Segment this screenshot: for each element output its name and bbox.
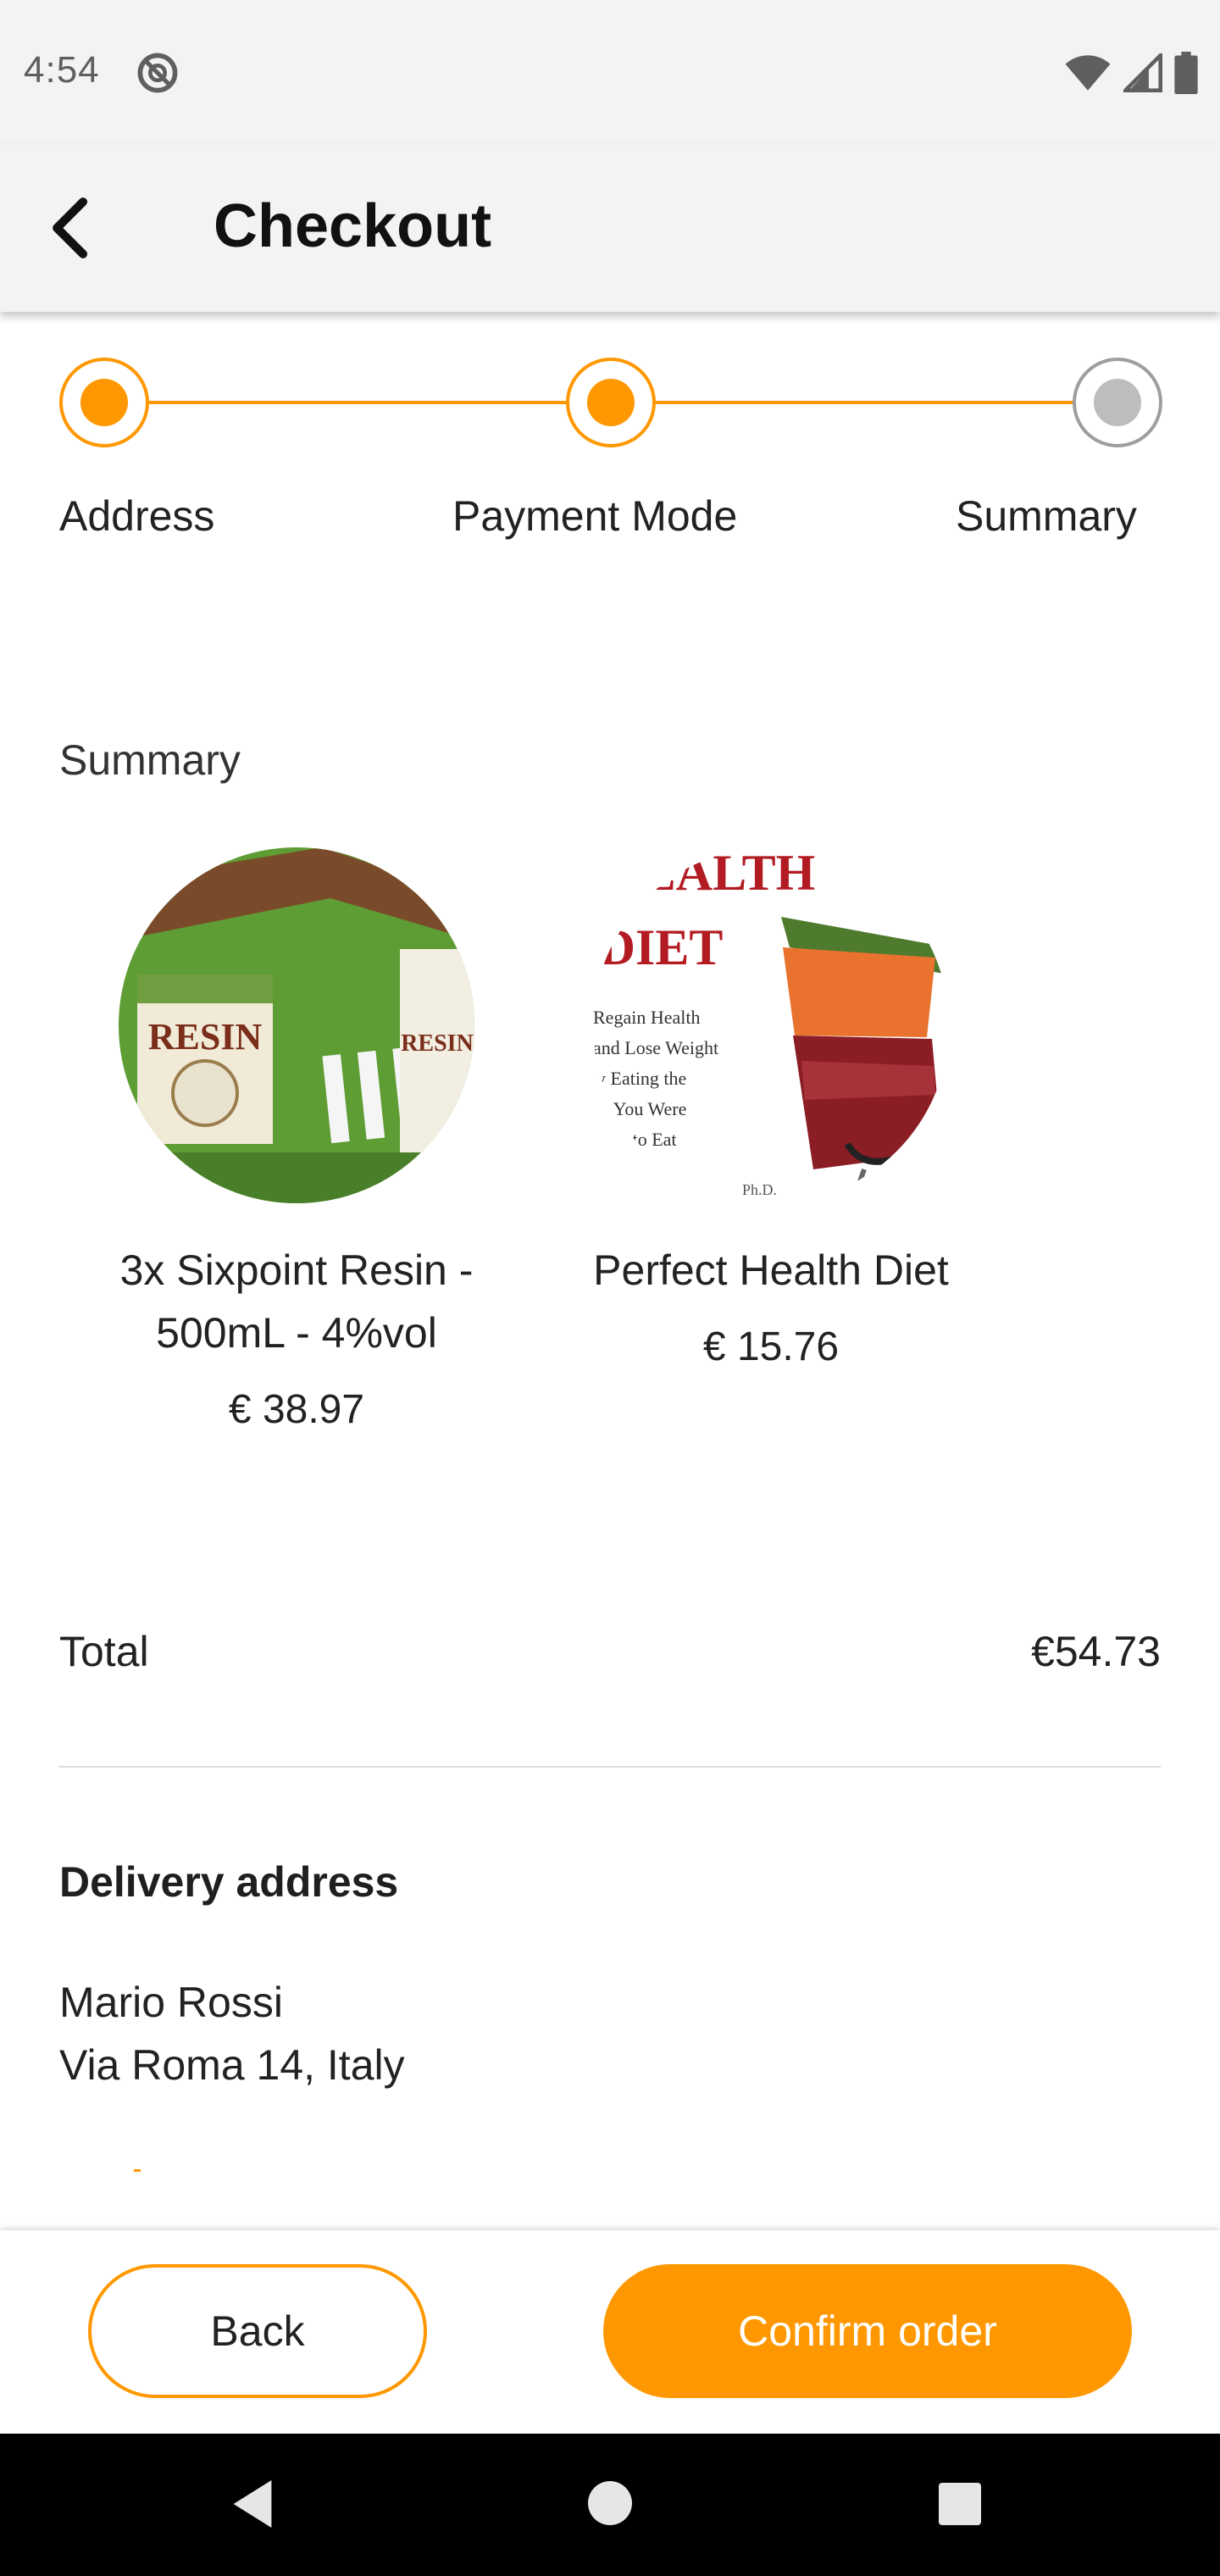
step-label-address: Address	[59, 492, 215, 540]
step-connector	[147, 401, 568, 404]
book-author: Ph.D.	[742, 1181, 777, 1198]
delivery-name: Mario Rossi	[59, 1979, 283, 2026]
nav-home-icon[interactable]	[588, 2481, 632, 2525]
battery-icon	[1174, 52, 1198, 94]
book-line: and Lose Weight	[593, 1037, 718, 1058]
system-nav-bar	[0, 2434, 1220, 2576]
total-label: Total	[59, 1628, 149, 1675]
product-name: Perfect Health Diet	[593, 1246, 949, 1294]
page-title: Checkout	[214, 192, 492, 260]
delivery-address: Via Roma 14, Italy	[59, 2041, 405, 2089]
product-name: 3x Sixpoint Resin - 500mL - 4%vol	[119, 1246, 474, 1357]
nav-back-icon[interactable]	[229, 2478, 276, 2530]
total-value: €54.73	[1031, 1628, 1161, 1675]
product-card: EALTH DIET Regain Health and Lose Weight…	[568, 847, 974, 1370]
step-label-payment: Payment Mode	[452, 492, 738, 540]
app-bar: Checkout	[0, 144, 1220, 312]
step-label-summary: Summary	[956, 492, 1137, 540]
product-image: RESIN IIPA RESIN	[119, 847, 474, 1203]
bottom-action-bar: Back Confirm order	[0, 2230, 1220, 2434]
status-bar: 4:54	[0, 0, 1220, 144]
delivery-address-title: Delivery address	[59, 1858, 399, 1906]
do-not-disturb-icon	[137, 53, 178, 93]
wifi-icon	[1065, 55, 1111, 91]
step-indicator-payment	[566, 358, 656, 447]
status-icons	[1064, 51, 1198, 95]
divider	[59, 1766, 1161, 1768]
step-indicator-summary	[1073, 358, 1162, 447]
cellular-signal-icon	[1123, 53, 1162, 92]
status-time: 4:54	[24, 49, 100, 91]
product-image: EALTH DIET Regain Health and Lose Weight…	[593, 847, 949, 1203]
summary-title: Summary	[59, 736, 241, 784]
checkout-stepper: Address Payment Mode Summary	[0, 312, 1220, 566]
back-button[interactable]: Back	[88, 2264, 427, 2398]
confirm-order-button[interactable]: Confirm order	[603, 2264, 1132, 2398]
nav-recents-icon[interactable]	[939, 2483, 981, 2525]
can-side-text: RESIN	[401, 1030, 474, 1057]
book-line: y Eating the	[596, 1068, 686, 1089]
book-top-text: EALTH	[642, 847, 816, 901]
book-line: Regain Health	[593, 1007, 700, 1028]
book-title-text: DIET	[599, 919, 724, 975]
product-card: RESIN IIPA RESIN 3x Sixpoint Resin - 500…	[93, 847, 500, 1433]
scroll-cut-mark	[134, 2169, 141, 2172]
total-row: Total €54.73	[59, 1627, 1161, 1676]
can-label-text: RESIN	[148, 1016, 263, 1058]
step-indicator-address	[59, 358, 149, 447]
book-line: nt to Eat	[613, 1129, 677, 1150]
product-price: € 15.76	[702, 1324, 840, 1369]
checkout-screen: 4:54 Checkout Address Payment Mode Summa…	[0, 0, 1220, 2576]
step-connector	[654, 401, 1074, 404]
book-line: y You Were	[600, 1098, 686, 1119]
back-arrow-icon[interactable]	[47, 197, 95, 259]
product-price: € 38.97	[228, 1387, 365, 1432]
